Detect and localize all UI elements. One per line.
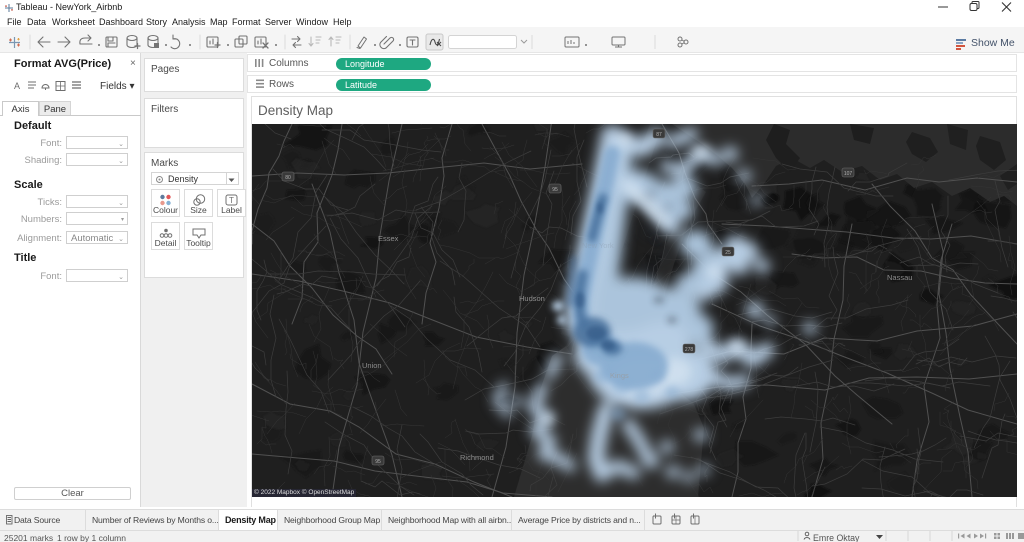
svg-text:25: 25 — [725, 250, 731, 256]
svg-text:95: 95 — [552, 187, 558, 193]
svg-text:A: A — [14, 81, 20, 91]
svg-text:Kings: Kings — [610, 371, 629, 380]
svg-text:Richmond: Richmond — [460, 453, 494, 462]
svg-text:Union: Union — [362, 361, 382, 370]
svg-text:107: 107 — [844, 171, 853, 177]
svg-text:Essex: Essex — [378, 234, 399, 243]
svg-text:95: 95 — [375, 459, 381, 465]
svg-text:87: 87 — [656, 132, 662, 138]
svg-text:80: 80 — [285, 175, 291, 181]
svg-text:T: T — [229, 196, 234, 205]
svg-text:278: 278 — [685, 347, 694, 353]
svg-text:Nassau: Nassau — [887, 273, 912, 282]
svg-text:New York: New York — [582, 241, 614, 250]
svg-text:Hudson: Hudson — [519, 294, 545, 303]
